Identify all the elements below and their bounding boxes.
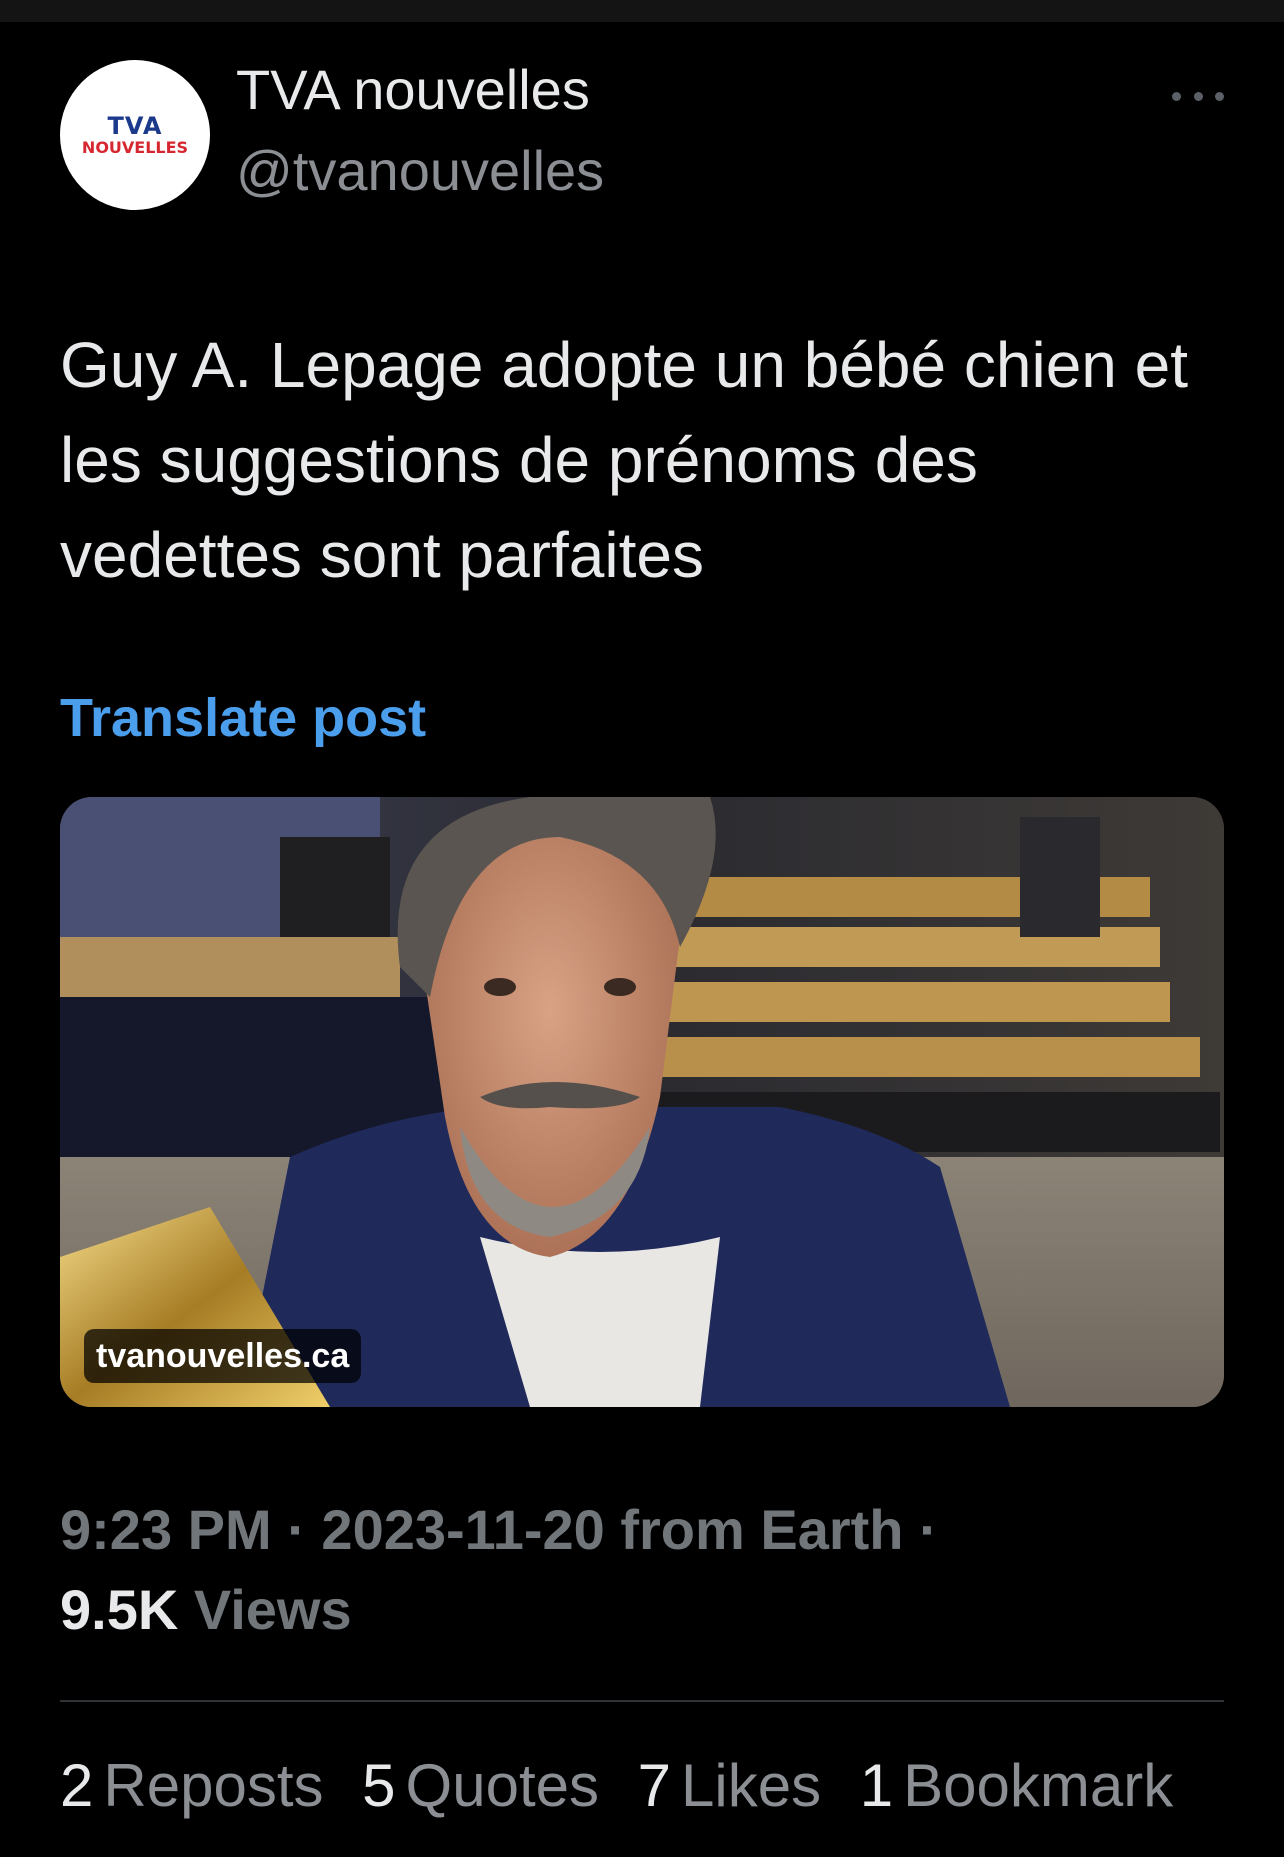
post-date[interactable]: 2023-11-20 xyxy=(321,1498,604,1561)
post-header: TVA NOUVELLES TVA nouvelles @tvanouvelle… xyxy=(60,58,1224,212)
link-card-image[interactable]: tvanouvelles.ca xyxy=(60,797,1224,1407)
avatar-logo-bottom: NOUVELLES xyxy=(81,137,189,157)
meta-separator: · xyxy=(287,1498,306,1561)
more-options-icon[interactable] xyxy=(1172,78,1224,114)
bookmarks-stat[interactable]: 1 Bookmark xyxy=(860,1750,1173,1822)
more-dot xyxy=(1215,91,1224,101)
link-domain-badge: tvanouvelles.ca xyxy=(84,1329,362,1383)
likes-stat[interactable]: 7 Likes xyxy=(638,1750,821,1822)
display-name[interactable]: TVA nouvelles xyxy=(236,58,604,122)
avatar-logo-top: TVA xyxy=(107,111,163,140)
more-dot xyxy=(1172,91,1181,101)
post-time[interactable]: 9:23 PM xyxy=(60,1498,272,1561)
quotes-count: 5 xyxy=(362,1752,396,1819)
author-names: TVA nouvelles @tvanouvelles xyxy=(236,58,604,203)
views-label: Views xyxy=(193,1578,352,1641)
reposts-label: Reposts xyxy=(103,1752,324,1819)
meta-separator: · xyxy=(919,1498,938,1561)
reposts-count: 2 xyxy=(60,1752,94,1819)
bookmarks-count: 1 xyxy=(859,1752,894,1819)
likes-count: 7 xyxy=(637,1752,672,1819)
bookmarks-label: Bookmark xyxy=(903,1752,1174,1819)
status-bar-strip xyxy=(0,0,1284,22)
avatar[interactable]: TVA NOUVELLES xyxy=(60,60,210,210)
photo-illustration xyxy=(60,797,1224,1407)
quotes-stat[interactable]: 5 Quotes xyxy=(362,1750,599,1822)
quotes-label: Quotes xyxy=(405,1752,599,1819)
divider xyxy=(60,1700,1224,1702)
post-text: Guy A. Lepage adopte un bébé chien et le… xyxy=(60,329,1189,591)
likes-label: Likes xyxy=(681,1752,822,1819)
post-metadata: 9:23 PM · 2023-11-20 from Earth · 9.5K V… xyxy=(60,1490,1224,1650)
post-source: from Earth xyxy=(620,1498,904,1561)
more-dot xyxy=(1193,91,1203,101)
translate-post-link[interactable]: Translate post xyxy=(60,686,426,750)
views-count: 9.5K xyxy=(60,1578,179,1641)
reposts-stat[interactable]: 2 Reposts xyxy=(60,1750,323,1822)
user-handle[interactable]: @tvanouvelles xyxy=(236,139,604,203)
engagement-stats: 2 Reposts 5 Quotes 7 Likes 1 Bookmark xyxy=(60,1750,1240,1822)
